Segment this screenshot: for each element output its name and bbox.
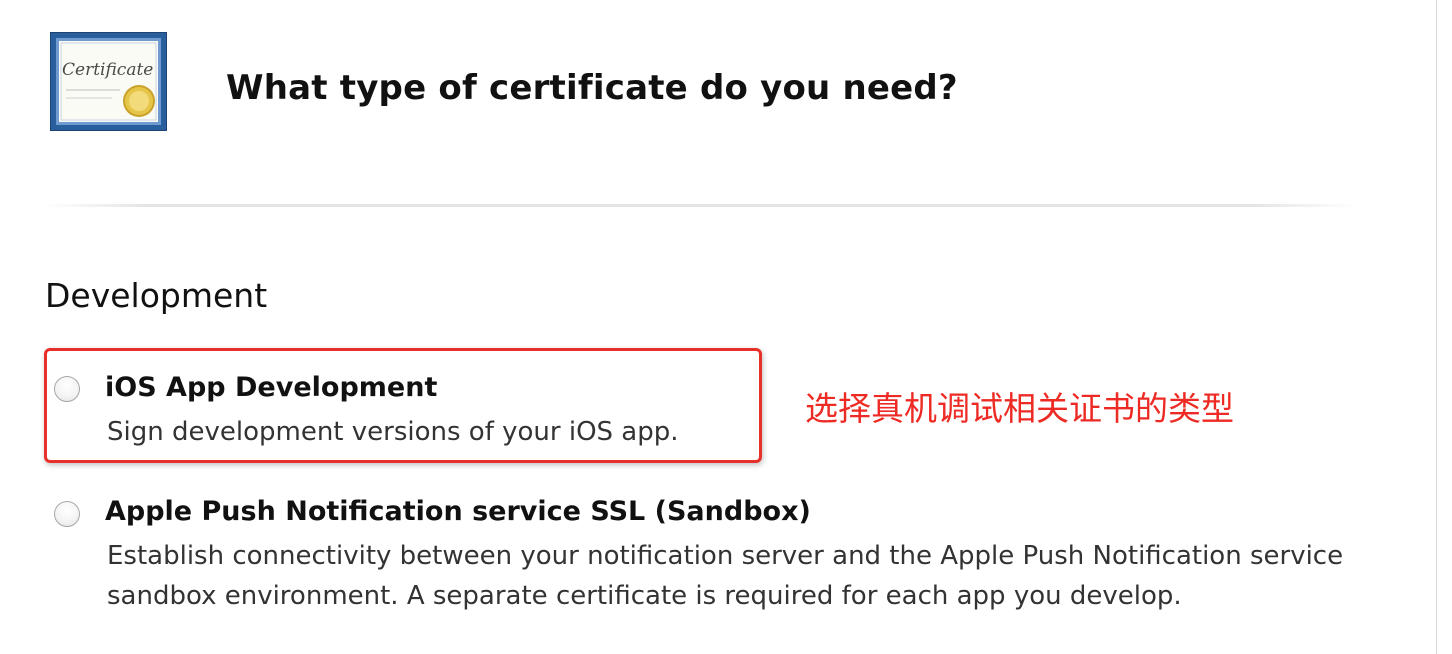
section-heading-development: Development: [45, 276, 268, 315]
certificate-icon-label: Certificate: [62, 60, 153, 80]
scroll-edge: [1436, 0, 1437, 654]
option-title[interactable]: Apple Push Notification service SSL (San…: [105, 496, 811, 527]
section-divider: [44, 204, 1356, 207]
page-title: What type of certificate do you need?: [226, 68, 958, 108]
annotation-text: 选择真机调试相关证书的类型: [805, 389, 1234, 428]
option-description: Establish connectivity between your noti…: [107, 541, 1344, 611]
certificate-type-page: Certificate What type of certificate do …: [0, 0, 1452, 654]
annotation-highlight-box: [44, 348, 762, 463]
radio-apns-sandbox[interactable]: [54, 501, 80, 527]
certificate-icon: Certificate: [50, 32, 167, 131]
